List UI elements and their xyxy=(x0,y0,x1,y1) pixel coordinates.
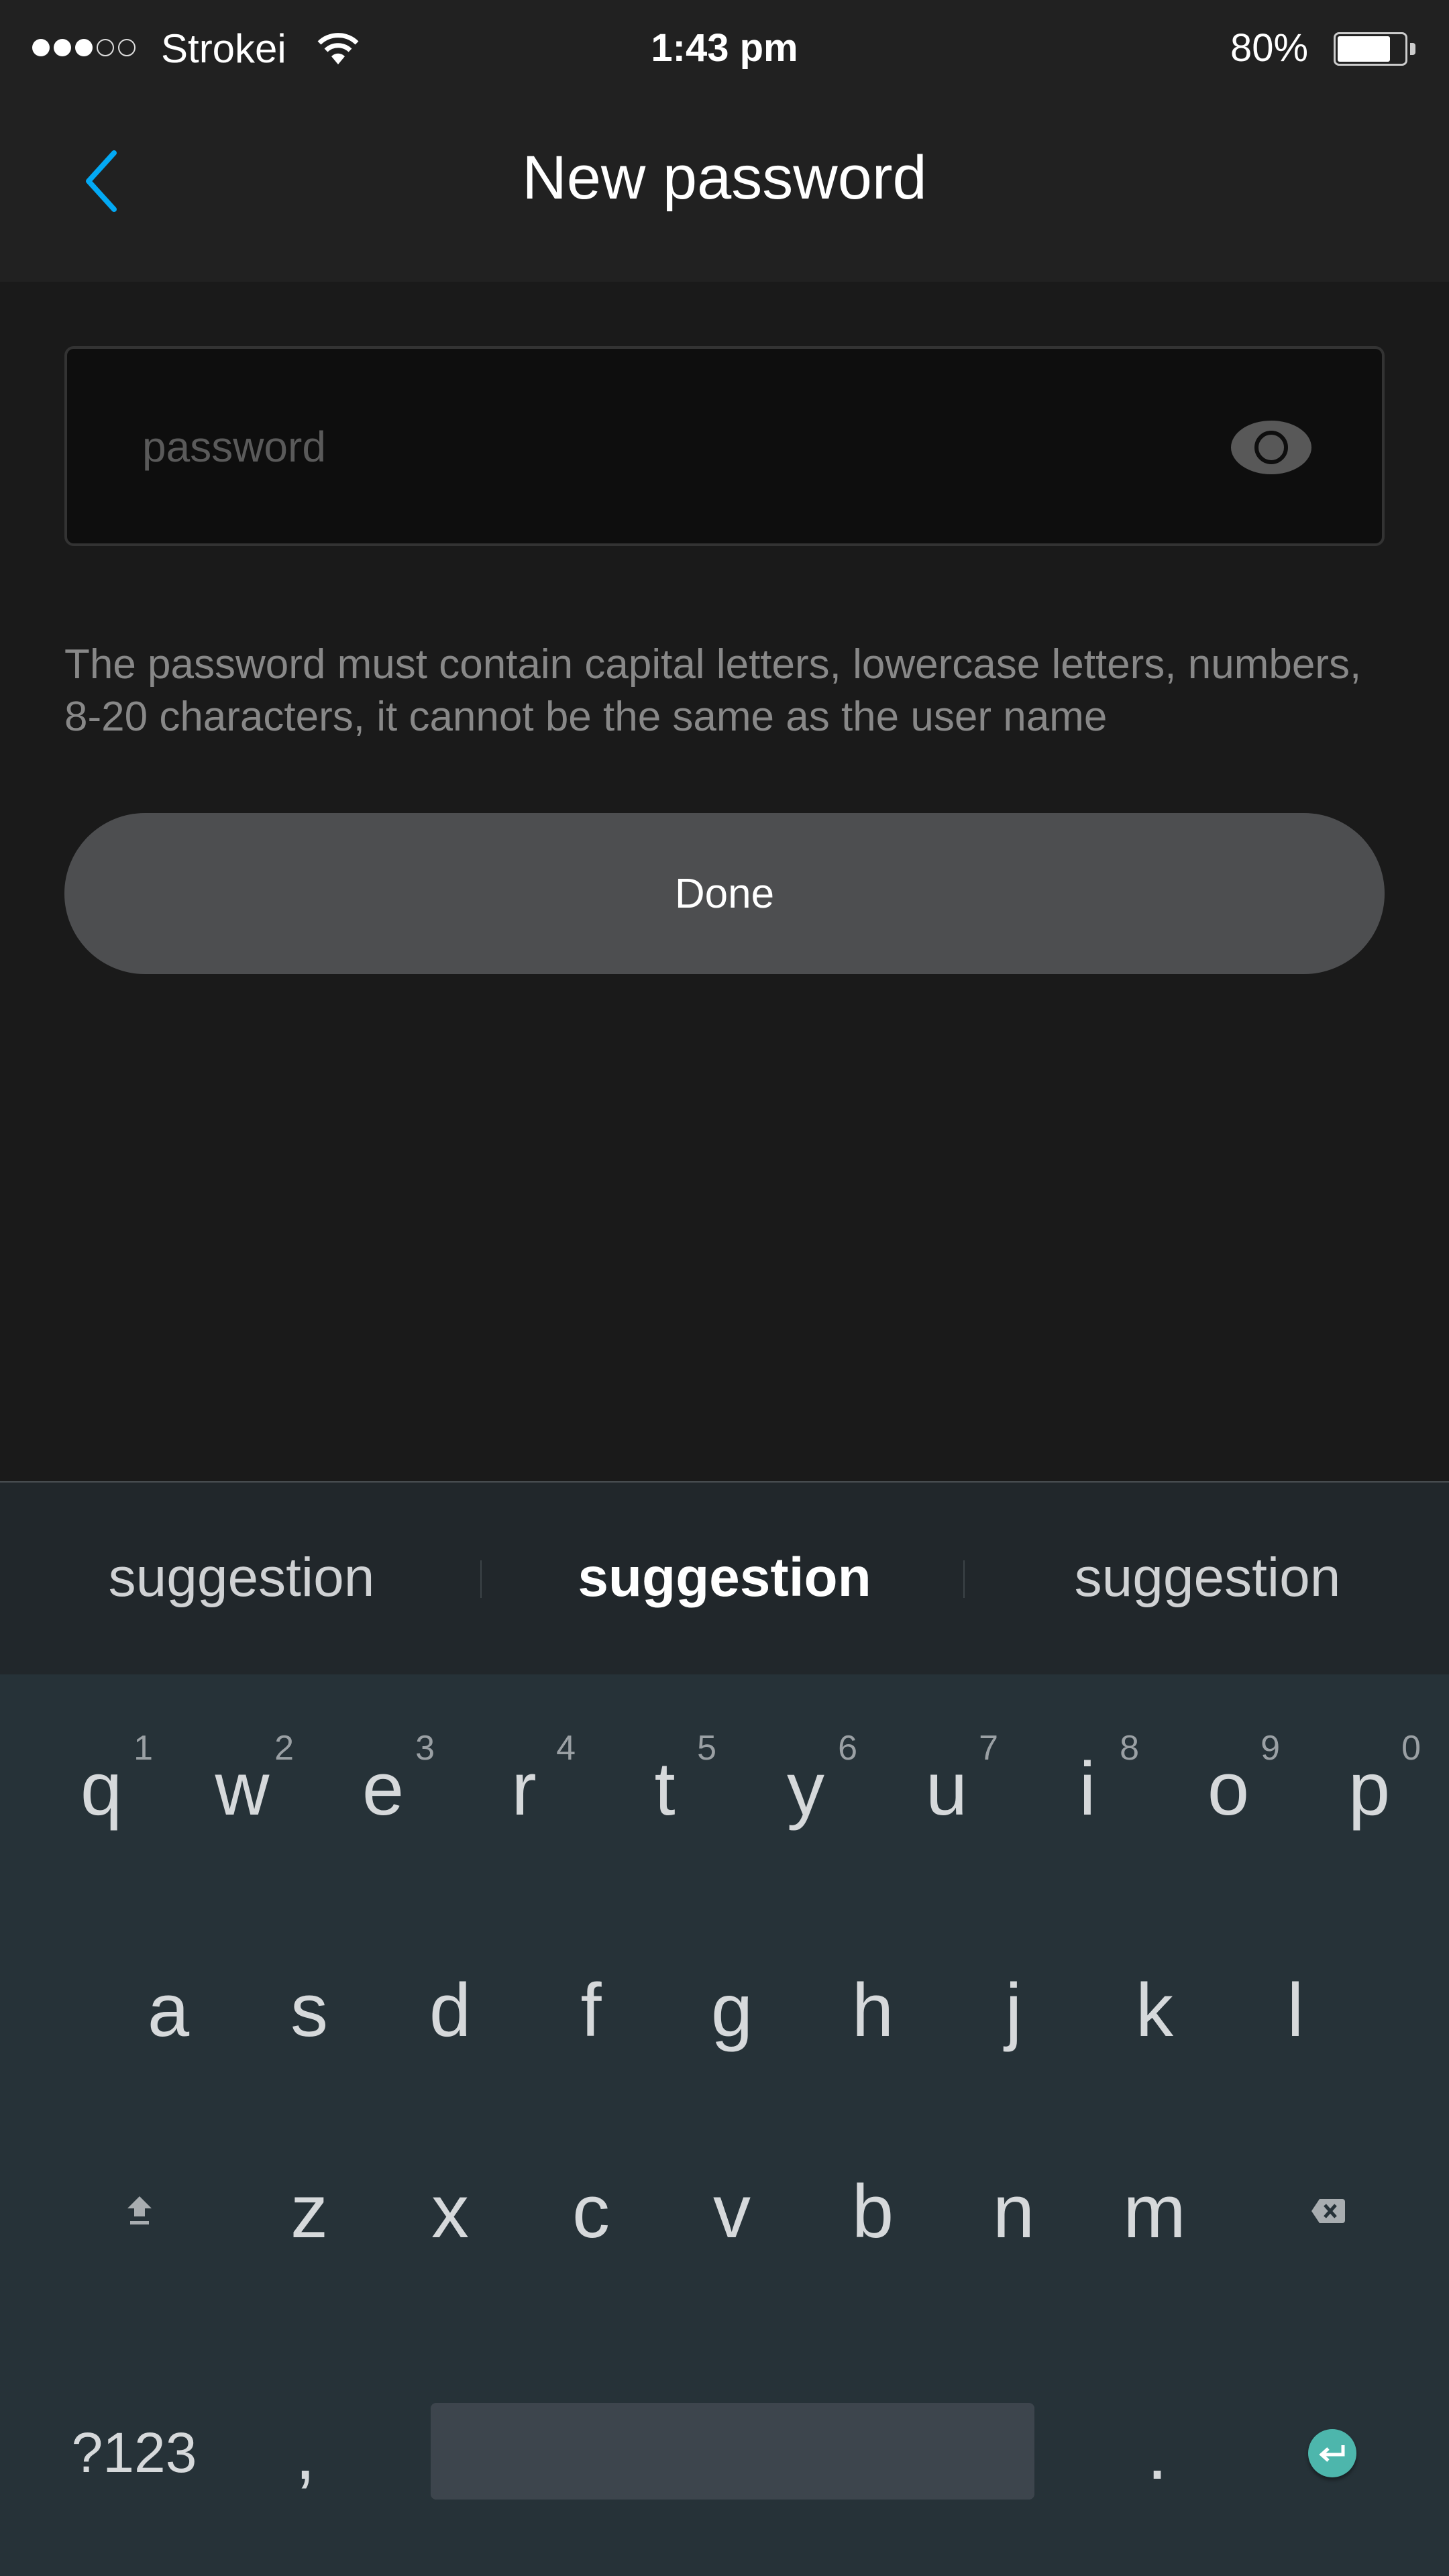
shift-key[interactable] xyxy=(99,2144,180,2278)
comma-key[interactable]: , xyxy=(255,2392,356,2513)
battery-percent: 80% xyxy=(1230,26,1309,70)
battery-tip xyxy=(1410,43,1415,55)
key-d[interactable]: d xyxy=(380,1923,521,2097)
backspace-key[interactable] xyxy=(1288,2144,1368,2278)
key-k[interactable]: k xyxy=(1084,1923,1225,2097)
key-label: i xyxy=(1079,1746,1096,1831)
suggestion-divider xyxy=(480,1560,482,1598)
key-q[interactable]: 1q xyxy=(31,1701,172,1876)
enter-key[interactable] xyxy=(1308,2429,1356,2477)
battery-icon xyxy=(1334,32,1407,66)
page-title: New password xyxy=(522,144,927,212)
key-label: q xyxy=(80,1746,123,1831)
key-alt-number: 6 xyxy=(838,1729,857,1768)
key-f[interactable]: f xyxy=(521,1923,661,2097)
key-r[interactable]: 4r xyxy=(453,1701,594,1876)
backspace-icon xyxy=(1311,2199,1345,2223)
key-label: u xyxy=(925,1746,968,1831)
key-label: t xyxy=(654,1746,676,1831)
key-e[interactable]: 3e xyxy=(313,1701,453,1876)
key-label: w xyxy=(215,1746,270,1831)
suggestion-divider xyxy=(963,1560,965,1598)
key-alt-number: 5 xyxy=(697,1729,716,1768)
key-o[interactable]: 9o xyxy=(1158,1701,1299,1876)
symbols-key[interactable]: ?123 xyxy=(40,2392,228,2513)
key-alt-number: 1 xyxy=(133,1729,153,1768)
key-i[interactable]: 8i xyxy=(1017,1701,1158,1876)
battery-level-fill xyxy=(1338,36,1391,62)
key-alt-number: 9 xyxy=(1260,1729,1280,1768)
status-bar: Strokei 1:43 pm 80% xyxy=(0,0,1449,101)
key-area: 1q2w3e4r5t6y7u8i9o0p asdfghjkl zxcvbnm ?… xyxy=(0,1674,1449,2576)
key-alt-number: 3 xyxy=(415,1729,435,1768)
done-button[interactable]: Done xyxy=(64,813,1385,974)
soft-keyboard: suggestion suggestion suggestion 1q2w3e4… xyxy=(0,1481,1449,2576)
key-t[interactable]: 5t xyxy=(594,1701,735,1876)
key-label: e xyxy=(362,1746,405,1831)
key-label: o xyxy=(1207,1746,1250,1831)
key-b[interactable]: b xyxy=(802,2124,943,2298)
key-v[interactable]: v xyxy=(661,2124,802,2298)
password-requirements-hint: The password must contain capital letter… xyxy=(64,641,1362,740)
key-y[interactable]: 6y xyxy=(735,1701,876,1876)
key-z[interactable]: z xyxy=(239,2124,380,2298)
suggestion-bar: suggestion suggestion suggestion xyxy=(0,1481,1449,1674)
suggestion-right[interactable]: suggestion xyxy=(966,1483,1449,1673)
password-input[interactable] xyxy=(141,349,1217,545)
key-alt-number: 2 xyxy=(274,1729,294,1768)
password-field[interactable] xyxy=(64,346,1385,546)
shift-icon xyxy=(127,2196,152,2224)
key-alt-number: 4 xyxy=(556,1729,576,1768)
key-w[interactable]: 2w xyxy=(172,1701,313,1876)
key-label: r xyxy=(511,1746,537,1831)
eye-icon[interactable] xyxy=(1230,420,1312,475)
key-a[interactable]: a xyxy=(98,1923,239,2097)
key-g[interactable]: g xyxy=(661,1923,802,2097)
key-u[interactable]: 7u xyxy=(876,1701,1017,1876)
key-h[interactable]: h xyxy=(802,1923,943,2097)
key-alt-number: 7 xyxy=(979,1729,998,1768)
key-label: p xyxy=(1348,1746,1391,1831)
space-key[interactable] xyxy=(431,2403,1034,2500)
key-alt-number: 0 xyxy=(1401,1729,1421,1768)
key-m[interactable]: m xyxy=(1084,2124,1225,2298)
key-s[interactable]: s xyxy=(239,1923,380,2097)
key-l[interactable]: l xyxy=(1225,1923,1366,2097)
key-alt-number: 8 xyxy=(1120,1729,1139,1768)
suggestion-center[interactable]: suggestion xyxy=(483,1483,966,1673)
suggestion-left[interactable]: suggestion xyxy=(0,1483,483,1673)
key-j[interactable]: j xyxy=(943,1923,1084,2097)
key-n[interactable]: n xyxy=(943,2124,1084,2298)
period-key[interactable]: . xyxy=(1107,2392,1208,2513)
key-p[interactable]: 0p xyxy=(1299,1701,1440,1876)
key-x[interactable]: x xyxy=(380,2124,521,2298)
app-bar: Strokei 1:43 pm 80% New password xyxy=(0,0,1449,282)
key-c[interactable]: c xyxy=(521,2124,661,2298)
enter-icon xyxy=(1319,2445,1345,2462)
key-label: y xyxy=(787,1746,824,1831)
